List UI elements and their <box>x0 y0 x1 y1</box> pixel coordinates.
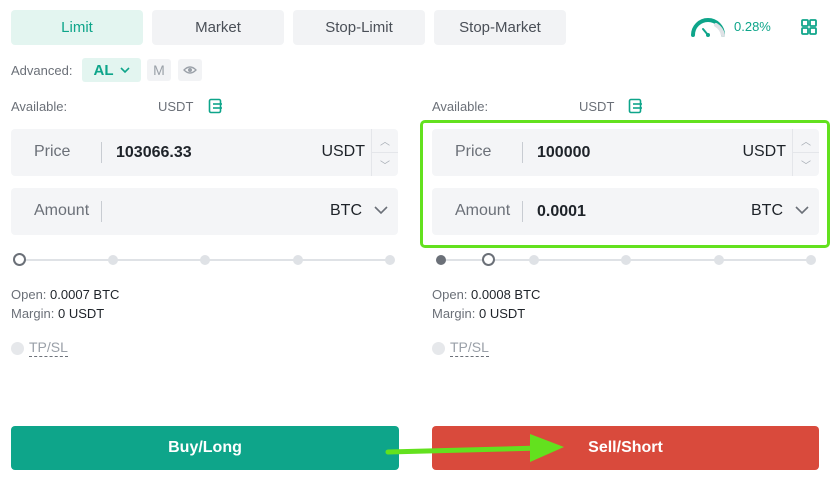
sell-short-button[interactable]: Sell/Short <box>432 426 819 470</box>
margin-label: Margin: <box>432 306 476 321</box>
price-value[interactable]: 103066.33 <box>116 144 192 162</box>
slider-mark[interactable] <box>293 255 303 265</box>
amount-unit-select[interactable]: BTC <box>330 202 362 220</box>
divider <box>101 201 102 222</box>
transfer-icon[interactable] <box>628 98 644 114</box>
open-info-sell: Open: 0.0008 BTC <box>432 287 540 302</box>
slider-mark[interactable] <box>200 255 210 265</box>
price-stepper[interactable]: ︿ ﹀ <box>792 129 819 176</box>
price-label: Price <box>34 143 71 160</box>
chevron-down-icon[interactable]: ﹀ <box>793 152 819 175</box>
margin-info-sell: Margin: 0 USDT <box>432 306 525 321</box>
margin-info-buy: Margin: 0 USDT <box>11 306 104 321</box>
price-value[interactable]: 100000 <box>537 144 590 162</box>
tab-stop-limit[interactable]: Stop-Limit <box>293 10 425 45</box>
slider-mark[interactable] <box>529 255 539 265</box>
slider-handle[interactable] <box>482 253 495 266</box>
slider-mark[interactable] <box>806 255 816 265</box>
amount-input-buy[interactable]: Amount BTC <box>11 188 398 235</box>
slider-mark[interactable] <box>385 255 395 265</box>
gauge-icon[interactable] <box>689 16 727 38</box>
available-unit-buy: USDT <box>158 99 194 114</box>
amount-label: Amount <box>34 202 90 219</box>
open-value: 0.0007 BTC <box>50 287 120 302</box>
slider-mark-filled[interactable] <box>436 255 446 265</box>
grid-icon[interactable] <box>801 19 817 35</box>
tpsl-checkbox[interactable] <box>432 341 445 355</box>
tpsl-label[interactable]: TP/SL <box>29 339 68 357</box>
amount-input-sell[interactable]: Amount 0.0001 BTC <box>432 188 819 235</box>
chevron-up-icon[interactable]: ︿ <box>372 129 398 152</box>
buy-long-button[interactable]: Buy/Long <box>11 426 399 470</box>
amount-unit-select[interactable]: BTC <box>751 202 783 220</box>
tpsl-toggle-sell[interactable]: TP/SL <box>432 339 489 357</box>
advanced-mode-select[interactable]: AL <box>82 58 141 82</box>
amount-value[interactable]: 0.0001 <box>537 203 586 221</box>
price-stepper[interactable]: ︿ ﹀ <box>371 129 398 176</box>
amount-label: Amount <box>455 202 511 219</box>
margin-value: 0 USDT <box>57 306 105 321</box>
margin-label: Margin: <box>11 306 55 321</box>
transfer-icon[interactable] <box>208 98 224 114</box>
advanced-label: Advanced: <box>11 63 73 78</box>
chevron-down-icon[interactable] <box>374 205 388 215</box>
slider-mark[interactable] <box>621 255 631 265</box>
chevron-down-icon <box>119 66 130 73</box>
available-unit-sell: USDT <box>579 99 615 114</box>
divider <box>101 142 102 163</box>
divider <box>522 142 523 163</box>
chevron-down-icon[interactable]: ﹀ <box>372 152 398 175</box>
tab-stop-market[interactable]: Stop-Market <box>434 10 566 45</box>
tpsl-label[interactable]: TP/SL <box>450 339 489 357</box>
price-label: Price <box>455 143 492 160</box>
open-value: 0.0008 BTC <box>471 287 541 302</box>
m-mode-button[interactable]: M <box>147 59 171 81</box>
tab-limit[interactable]: Limit <box>11 10 143 45</box>
open-label: Open: <box>432 287 468 302</box>
tpsl-checkbox[interactable] <box>11 341 24 355</box>
open-label: Open: <box>11 287 47 302</box>
open-info-buy: Open: 0.0007 BTC <box>11 287 119 302</box>
tab-market[interactable]: Market <box>152 10 284 45</box>
funding-rate: 0.28% <box>734 19 771 34</box>
price-input-buy[interactable]: Price 103066.33 USDT ︿ ﹀ <box>11 129 398 176</box>
price-unit: USDT <box>321 143 365 160</box>
divider <box>522 201 523 222</box>
price-unit: USDT <box>742 143 786 160</box>
chevron-down-icon[interactable] <box>795 205 809 215</box>
available-label-sell: Available: <box>432 99 489 114</box>
price-input-sell[interactable]: Price 100000 USDT ︿ ﹀ <box>432 129 819 176</box>
slider-handle[interactable] <box>13 253 26 266</box>
slider-mark[interactable] <box>108 255 118 265</box>
eye-icon[interactable] <box>178 59 202 81</box>
advanced-mode-label: AL <box>93 61 114 79</box>
chevron-up-icon[interactable]: ︿ <box>793 129 819 152</box>
tpsl-toggle-buy[interactable]: TP/SL <box>11 339 68 357</box>
available-label-buy: Available: <box>11 99 68 114</box>
slider-mark[interactable] <box>714 255 724 265</box>
margin-value: 0 USDT <box>478 306 526 321</box>
amount-slider-buy[interactable] <box>13 253 395 266</box>
amount-slider-sell[interactable] <box>436 253 816 266</box>
